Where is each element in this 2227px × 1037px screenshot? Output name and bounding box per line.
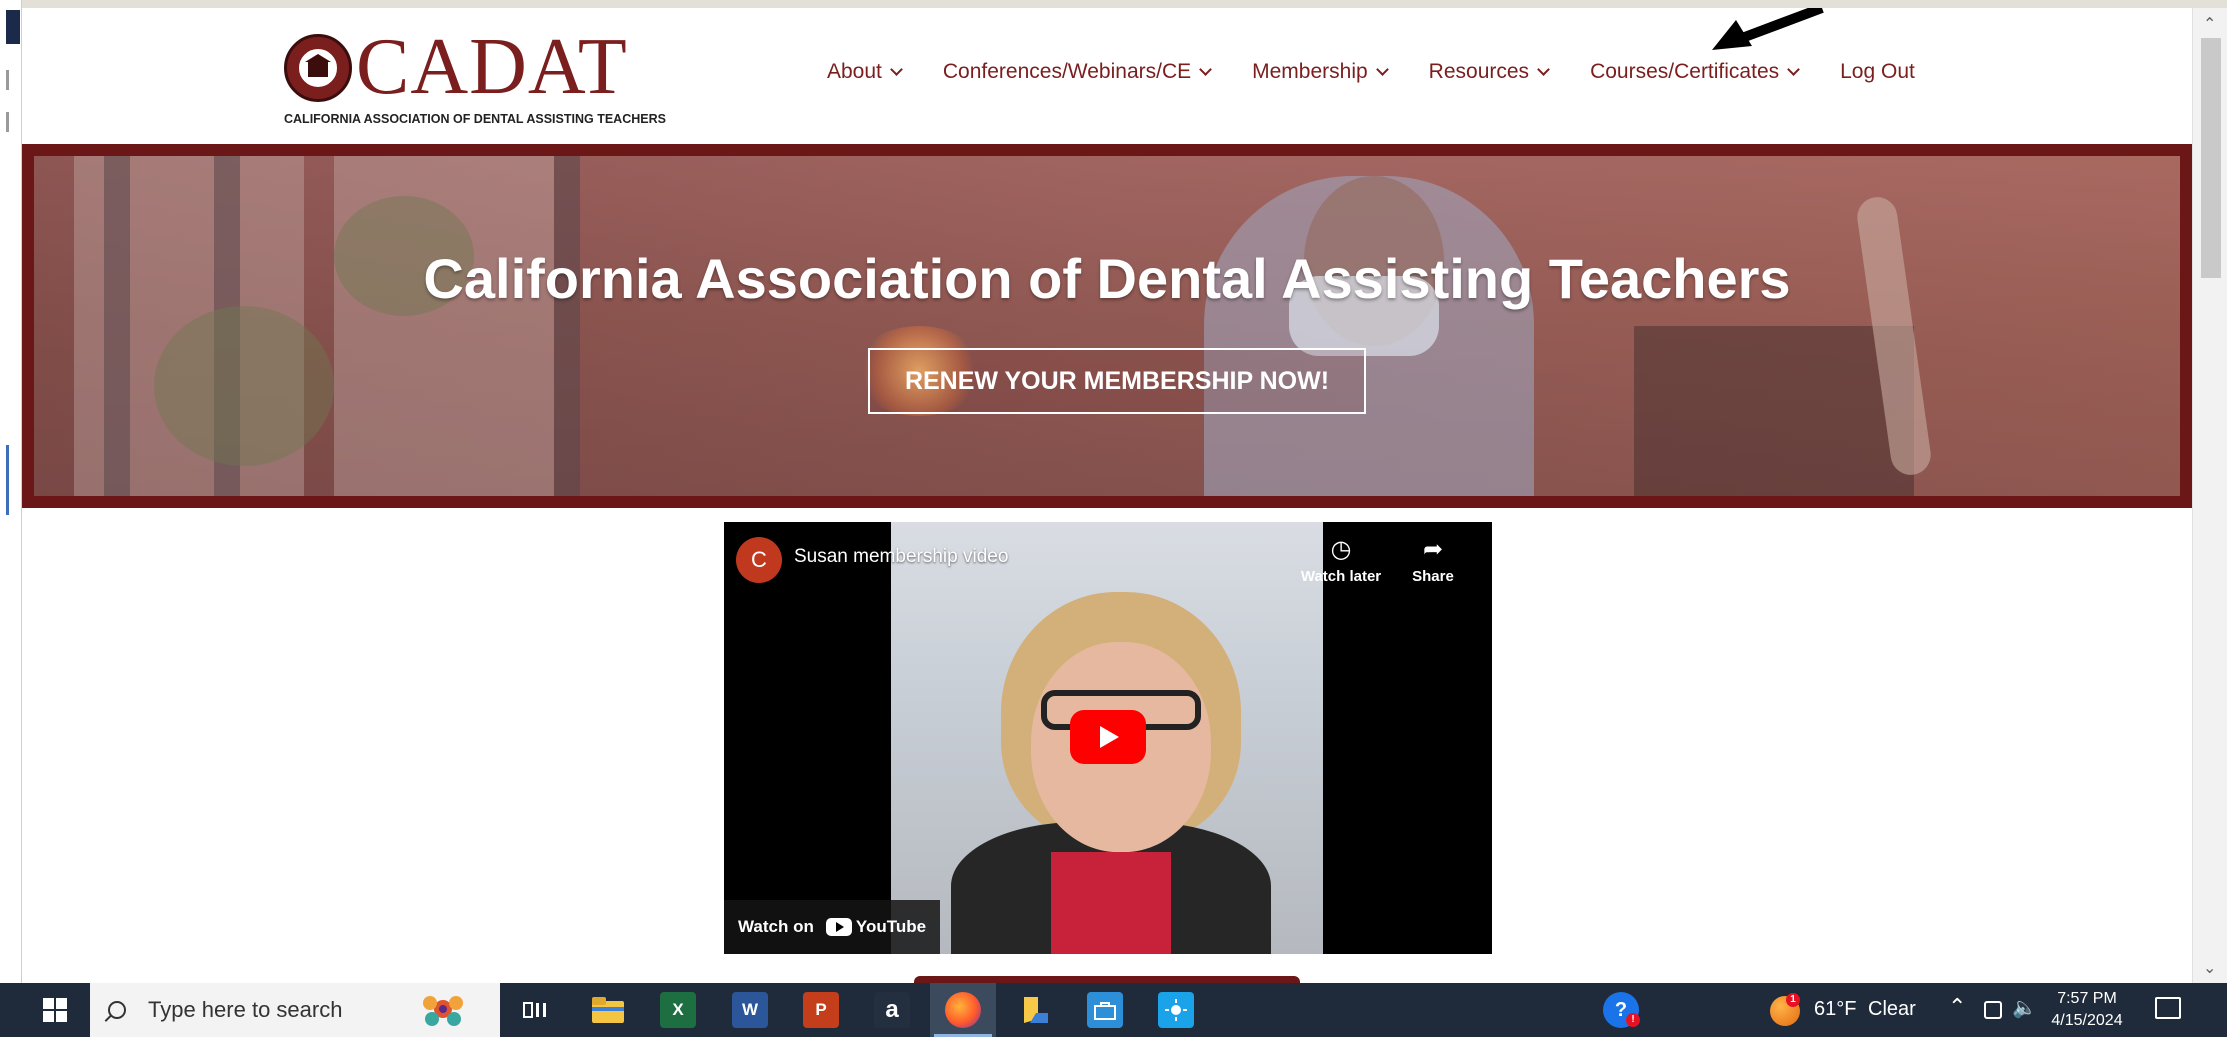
channel-avatar[interactable]: C: [736, 537, 782, 583]
weather-app-icon[interactable]: [1158, 992, 1194, 1028]
taskbar-clock[interactable]: 7:57 PM 4/15/2024: [2046, 988, 2128, 1032]
play-button[interactable]: [1070, 710, 1146, 764]
nav-label: Conferences/Webinars/CE: [942, 60, 1192, 83]
weather-alert-badge: 1: [1786, 993, 1800, 1007]
watch-later-button[interactable]: ◷ Watch later: [1296, 536, 1386, 585]
seal-icon: [284, 34, 352, 102]
nav-label: Membership: [1252, 60, 1368, 83]
excel-icon[interactable]: X: [660, 992, 696, 1028]
file-explorer-icon[interactable]: [590, 992, 626, 1028]
firefox-icon[interactable]: [945, 992, 981, 1028]
nav-item-membership[interactable]: Membership: [1252, 60, 1389, 84]
side-tick: [6, 112, 9, 132]
nav-label: Courses/Certificates: [1590, 60, 1780, 83]
share-button[interactable]: ➦ Share: [1388, 536, 1478, 585]
volume-icon[interactable]: 🔈: [2012, 995, 2037, 1020]
nav-item-logout[interactable]: Log Out: [1840, 60, 1915, 84]
chevron-down-icon: [1375, 63, 1389, 76]
chevron-down-icon: [890, 63, 903, 76]
hero-title: California Association of Dental Assisti…: [423, 247, 1791, 310]
weather-condition[interactable]: Clear: [1868, 998, 1916, 1021]
page-scrollbar[interactable]: ⌃ ⌄: [2192, 8, 2227, 983]
search-placeholder: Type here to search: [148, 997, 343, 1022]
renew-membership-button[interactable]: RENEW YOUR MEMBERSHIP NOW!: [868, 348, 1366, 414]
nav-item-conferences[interactable]: Conferences/Webinars/CE: [942, 60, 1212, 84]
side-tick: [6, 70, 9, 90]
annotation-arrow-icon: [1712, 8, 1824, 50]
chevron-down-icon: [1787, 63, 1800, 76]
logo-subtitle: CALIFORNIA ASSOCIATION OF DENTAL ASSISTI…: [284, 112, 666, 126]
watch-on-label: Watch on: [738, 917, 814, 936]
nav-label: Log Out: [1840, 60, 1915, 83]
watch-on-youtube-button[interactable]: Watch on YouTube: [724, 900, 941, 954]
powerpoint-icon[interactable]: P: [803, 992, 839, 1028]
amazon-icon[interactable]: a: [874, 992, 910, 1028]
weather-temperature[interactable]: 61°F: [1814, 998, 1856, 1021]
logo-wordmark: CADAT: [356, 23, 628, 111]
clock-date: 4/15/2024: [2051, 1012, 2123, 1029]
nav-item-about[interactable]: About: [827, 60, 903, 84]
main-navigation: About Conferences/Webinars/CE Membership…: [827, 60, 1915, 84]
watch-later-label: Watch later: [1300, 568, 1382, 585]
youtube-video-embed[interactable]: C Susan membership video ◷ Watch later ➦…: [724, 522, 1492, 954]
side-thumbnail: [6, 10, 20, 44]
video-title[interactable]: Susan membership video: [794, 546, 1008, 568]
browser-page: CADAT CALIFORNIA ASSOCIATION OF DENTAL A…: [22, 8, 2192, 983]
show-hidden-icons-icon[interactable]: ⌃: [1948, 994, 1966, 1020]
nav-item-courses[interactable]: Courses/Certificates: [1590, 60, 1800, 84]
play-icon: [1100, 726, 1119, 748]
sticky-notes-icon[interactable]: [1017, 992, 1053, 1028]
help-alert-badge: !: [1626, 1013, 1640, 1027]
hero-banner: California Association of Dental Assisti…: [22, 144, 2192, 508]
scrollbar-thumb[interactable]: [2201, 38, 2221, 278]
side-marker: [6, 445, 9, 515]
share-label: Share: [1412, 568, 1454, 585]
nav-item-resources[interactable]: Resources: [1428, 60, 1550, 84]
nav-label: Resources: [1428, 60, 1530, 83]
device-icon[interactable]: [1984, 1001, 2002, 1019]
windows-taskbar: Type here to search X W P a ? ! 1 61°F C…: [0, 983, 2227, 1037]
site-header: CADAT CALIFORNIA ASSOCIATION OF DENTAL A…: [22, 8, 2192, 144]
clock-time: 7:57 PM: [2057, 990, 2117, 1007]
left-side-panel: [0, 0, 22, 983]
microsoft-store-icon[interactable]: [1087, 992, 1123, 1028]
notification-center-icon[interactable]: [2155, 997, 2181, 1019]
search-icon: [108, 1001, 126, 1019]
search-highlight-icon: [423, 996, 463, 1026]
taskbar-search-box[interactable]: Type here to search: [90, 983, 500, 1037]
start-button[interactable]: [22, 983, 88, 1037]
next-section-edge: [914, 976, 1300, 983]
cadat-logo[interactable]: CADAT CALIFORNIA ASSOCIATION OF DENTAL A…: [284, 24, 666, 128]
word-icon[interactable]: W: [732, 992, 768, 1028]
scroll-up-icon[interactable]: ⌃: [2203, 14, 2216, 34]
nav-label: About: [827, 60, 882, 83]
clock-icon: ◷: [1330, 536, 1352, 563]
window-top-edge: [0, 0, 2227, 8]
windows-logo-icon: [43, 998, 67, 1022]
chevron-down-icon: [1199, 63, 1212, 76]
chevron-down-icon: [1537, 63, 1550, 76]
share-icon: ➦: [1422, 536, 1444, 563]
task-view-icon[interactable]: [518, 992, 554, 1028]
scroll-down-icon[interactable]: ⌄: [2203, 958, 2216, 978]
hero-background-photo: California Association of Dental Assisti…: [34, 156, 2180, 496]
youtube-logo-icon: YouTube: [825, 917, 926, 937]
